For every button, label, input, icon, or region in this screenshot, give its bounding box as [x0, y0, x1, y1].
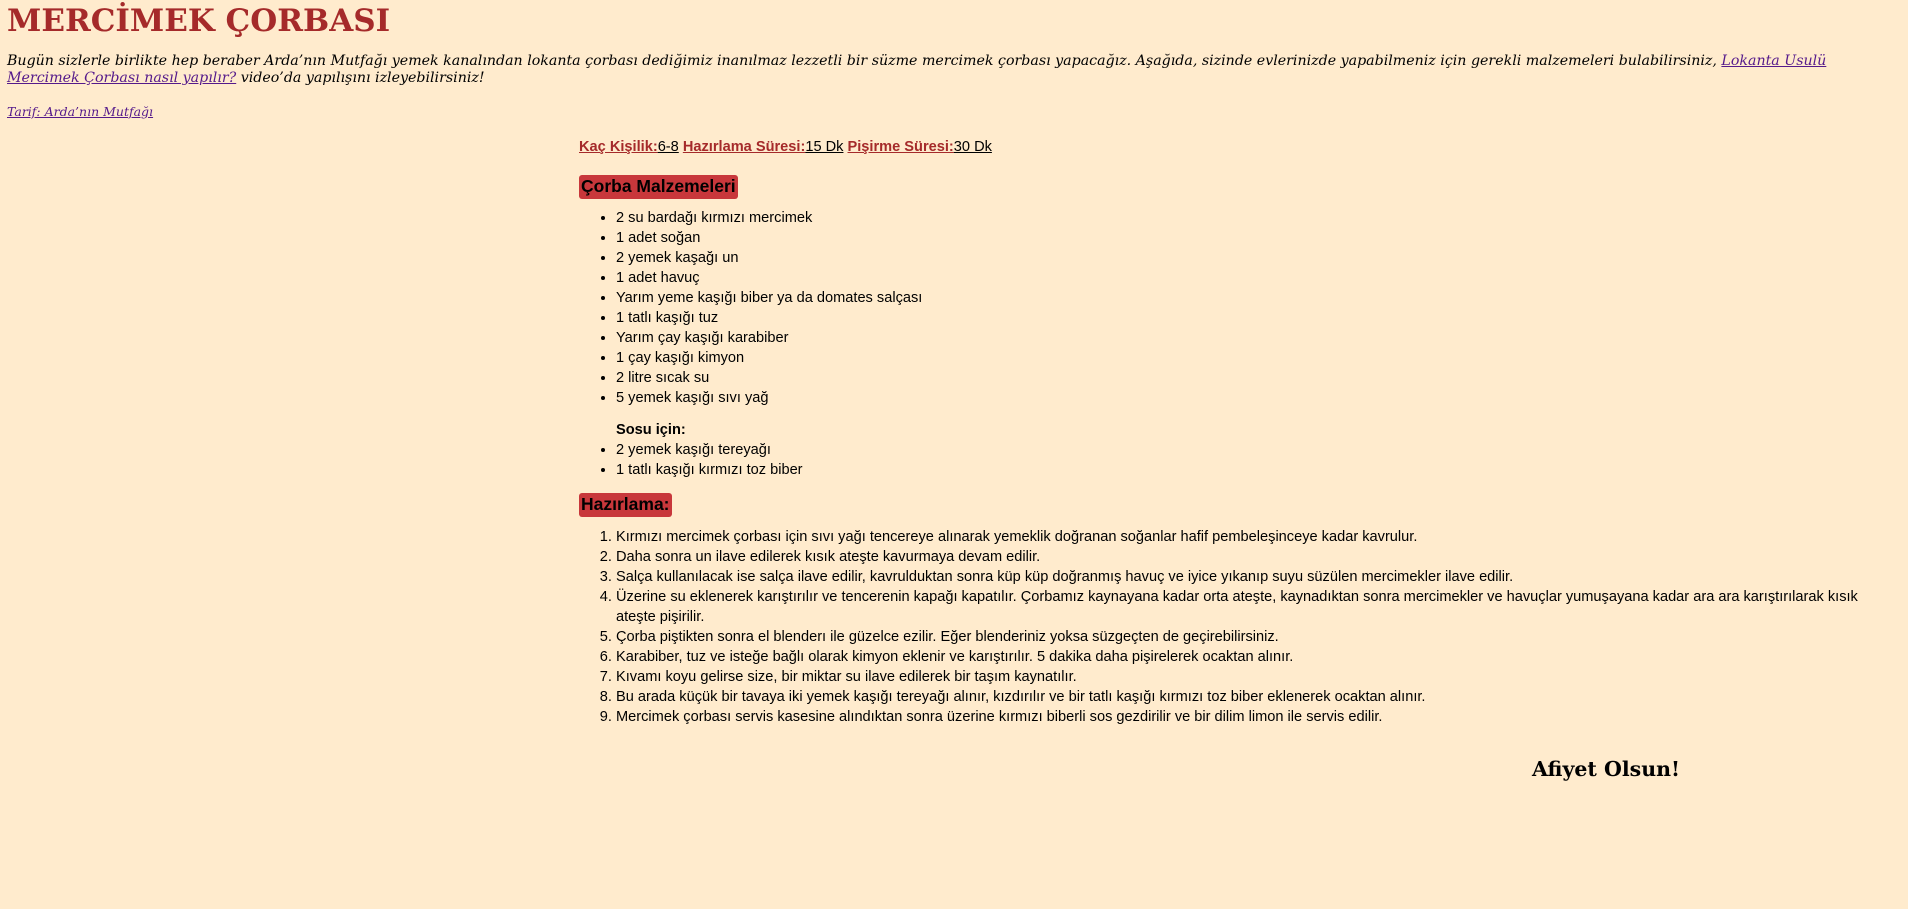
intro-text: Bugün sizlerle birlikte hep beraber Arda…: [7, 53, 1717, 69]
recipe-content: Kaç Kişilik:6-8 Hazırlama Süresi:15 Dk P…: [579, 138, 1908, 727]
prep-time-value: 15 Dk: [805, 139, 844, 155]
ingredients-list: 2 su bardağı kırmızı mercimek 1 adet soğ…: [579, 208, 1908, 408]
step-item: Daha sonra un ilave edilerek kısık ateşt…: [616, 547, 1896, 567]
sauce-title: Sosu için:: [616, 422, 686, 438]
ingredients-heading: Çorba Malzemeleri: [579, 175, 738, 199]
ingredient-item: 1 tatlı kaşığı tuz: [616, 308, 1908, 328]
step-item: Karabiber, tuz ve isteğe bağlı olarak ki…: [616, 647, 1896, 667]
sauce-item: 1 tatlı kaşığı kırmızı toz biber: [616, 460, 1908, 480]
page-title: MERCİMEK ÇORBASI: [7, 3, 391, 39]
recipe-meta: Kaç Kişilik:6-8 Hazırlama Süresi:15 Dk P…: [579, 138, 1908, 156]
step-item: Bu arada küçük bir tavaya iki yemek kaşı…: [616, 687, 1896, 707]
servings-value: 6-8: [657, 139, 679, 155]
cook-time-value: 30 Dk: [953, 139, 992, 155]
credit-line: Tarif: Arda’nın Mutfağı: [7, 104, 153, 119]
ingredient-item: 2 yemek kaşağı un: [616, 248, 1908, 268]
ingredient-item: 2 su bardağı kırmızı mercimek: [616, 208, 1908, 228]
step-item: Salça kullanılacak ise salça ilave edili…: [616, 567, 1896, 587]
step-item: Kıvamı koyu gelirse size, bir miktar su …: [616, 667, 1896, 687]
step-item: Üzerine su eklenerek karıştırılır ve ten…: [616, 587, 1896, 627]
cook-time-label: Pişirme Süresi:: [847, 139, 954, 155]
step-item: Kırmızı mercimek çorbası için sıvı yağı …: [616, 527, 1896, 547]
preparation-steps: Kırmızı mercimek çorbası için sıvı yağı …: [579, 527, 1896, 727]
ingredient-item: 1 çay kaşığı kimyon: [616, 348, 1908, 368]
ingredient-item: Yarım çay kaşığı karabiber: [616, 328, 1908, 348]
ingredient-item: 2 litre sıcak su: [616, 368, 1908, 388]
sauce-item: 2 yemek kaşığı tereyağı: [616, 440, 1908, 460]
prep-time-label: Hazırlama Süresi:: [682, 139, 806, 155]
ingredient-item: 1 adet havuç: [616, 268, 1908, 288]
servings-label: Kaç Kişilik:: [579, 139, 658, 155]
ingredient-item: Yarım yeme kaşığı biber ya da domates sa…: [616, 288, 1908, 308]
intro-suffix: video’da yapılışını izleyebilirsiniz!: [240, 70, 485, 86]
step-item: Mercimek çorbası servis kasesine alındık…: [616, 707, 1896, 727]
ingredient-item: 5 yemek kaşığı sıvı yağ: [616, 388, 1908, 408]
ingredient-item: 1 adet soğan: [616, 228, 1908, 248]
closing-message: Afiyet Olsun!: [1532, 757, 1681, 781]
credit-link[interactable]: Tarif: Arda’nın Mutfağı: [7, 104, 153, 119]
preparation-heading: Hazırlama:: [579, 493, 672, 517]
sauce-list: 2 yemek kaşığı tereyağı 1 tatlı kaşığı k…: [579, 440, 1908, 480]
step-item: Çorba piştikten sonra el blenderı ile gü…: [616, 627, 1896, 647]
intro-paragraph: Bugün sizlerle birlikte hep beraber Arda…: [7, 53, 1897, 87]
